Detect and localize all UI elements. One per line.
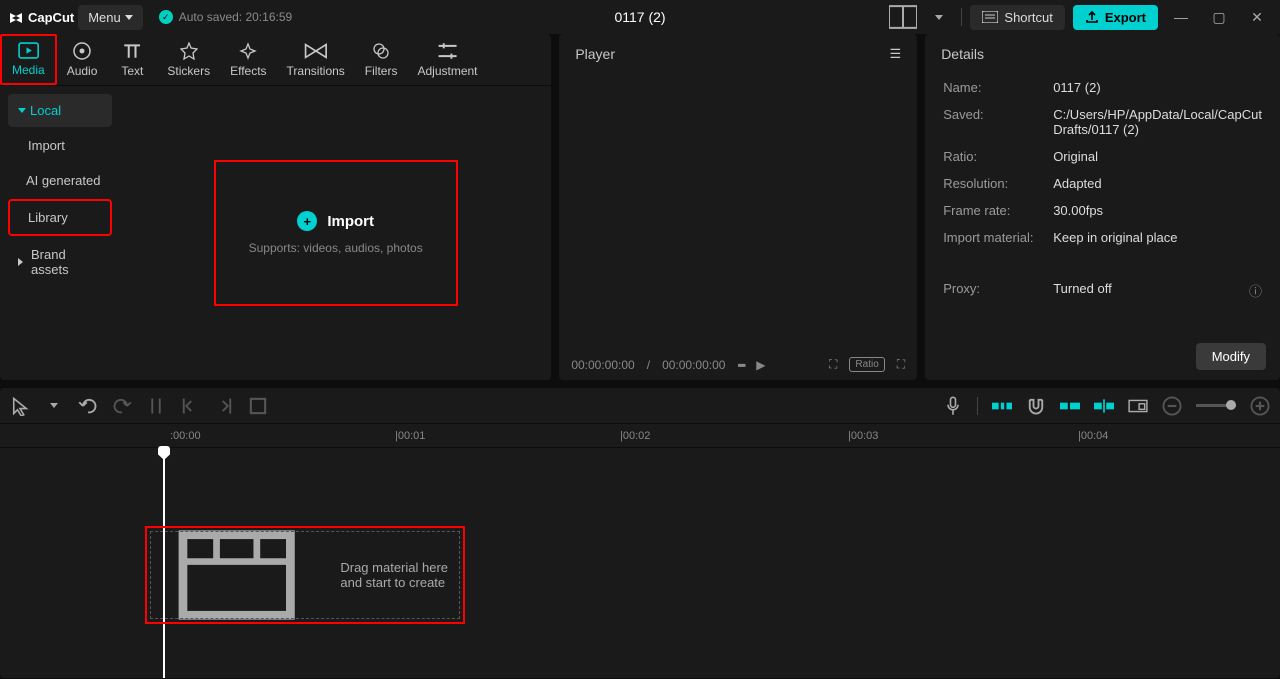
tab-audio[interactable]: Audio	[57, 34, 108, 85]
selection-dropdown[interactable]	[44, 396, 64, 416]
split-left-button[interactable]	[180, 396, 200, 416]
autosave-indicator: ✓ Auto saved: 20:16:59	[159, 10, 292, 24]
check-icon: ✓	[159, 10, 173, 24]
player-focus-icon[interactable]: ⛶	[829, 357, 837, 372]
undo-button[interactable]	[78, 396, 98, 416]
track-link-toggle[interactable]	[1060, 396, 1080, 416]
detail-framerate-label: Frame rate:	[943, 203, 1053, 218]
timeline-ruler[interactable]: :00:00 |00:01 |00:02 |00:03 |00:04	[0, 424, 1280, 448]
detail-import-material-value: Keep in original place	[1053, 230, 1262, 245]
menu-button[interactable]: Menu	[78, 5, 143, 30]
selection-tool[interactable]	[10, 396, 30, 416]
detail-saved-label: Saved:	[943, 107, 1053, 137]
sidebar-item-local[interactable]: Local	[8, 94, 112, 127]
track-magnet-toggle[interactable]	[1026, 396, 1046, 416]
detail-resolution-label: Resolution:	[943, 176, 1053, 191]
track-snap-toggle[interactable]	[1094, 396, 1114, 416]
detail-framerate-value: 30.00fps	[1053, 203, 1262, 218]
redo-button[interactable]	[112, 396, 132, 416]
tab-media[interactable]: Media	[0, 34, 57, 85]
chevron-right-icon	[18, 258, 27, 266]
detail-name-value: 0117 (2)	[1053, 80, 1262, 95]
mic-button[interactable]	[943, 396, 963, 416]
detail-name-label: Name:	[943, 80, 1053, 95]
crop-button[interactable]	[248, 396, 268, 416]
sidebar-item-import[interactable]: Import	[8, 129, 112, 162]
detail-import-material-label: Import material:	[943, 230, 1053, 245]
export-button[interactable]: Export	[1073, 5, 1158, 30]
detail-saved-value: C:/Users/HP/AppData/Local/CapCut Drafts/…	[1053, 107, 1262, 137]
dropzone-text: Drag material here and start to create	[340, 560, 463, 590]
detail-ratio-value: Original	[1053, 149, 1262, 164]
zoom-slider[interactable]	[1196, 404, 1236, 407]
ruler-mark: :00:00	[170, 430, 201, 442]
details-title: Details	[941, 46, 984, 62]
tab-text[interactable]: Text	[107, 34, 157, 85]
tab-effects[interactable]: Effects	[220, 34, 276, 85]
sidebar-item-brand-assets[interactable]: Brand assets	[8, 238, 112, 286]
media-icon	[18, 42, 39, 59]
plus-icon: +	[297, 211, 317, 231]
transitions-icon	[303, 42, 329, 60]
ruler-mark: |00:01	[395, 430, 425, 442]
export-icon	[1085, 10, 1099, 24]
modify-button[interactable]: Modify	[1196, 343, 1266, 370]
play-button[interactable]: ▶	[756, 358, 765, 372]
detail-proxy-label: Proxy:	[943, 281, 1053, 300]
player-time-current: 00:00:00:00	[571, 358, 634, 372]
logo-text: CapCut	[28, 10, 74, 25]
import-label: Import	[327, 213, 374, 230]
effects-icon	[239, 42, 257, 60]
app-logo: CapCut	[8, 9, 74, 25]
player-fullscreen-icon[interactable]: ⛶	[897, 357, 905, 372]
sidebar-item-ai-generated[interactable]: AI generated	[8, 164, 112, 197]
zoom-in-button[interactable]	[1250, 396, 1270, 416]
player-ratio-badge[interactable]: Ratio	[849, 357, 884, 372]
timeline-tracks[interactable]: Drag material here and start to create	[0, 448, 1280, 678]
media-placeholder-icon	[147, 528, 326, 622]
split-right-button[interactable]	[214, 396, 234, 416]
track-main-toggle[interactable]	[992, 396, 1012, 416]
track-preview-toggle[interactable]	[1128, 396, 1148, 416]
keyboard-icon	[982, 11, 998, 23]
import-sublabel: Supports: videos, audios, photos	[249, 241, 423, 255]
adjustment-icon	[436, 42, 459, 60]
player-menu-icon[interactable]: ☰	[890, 46, 902, 62]
maximize-button[interactable]: ▢	[1204, 5, 1234, 29]
player-title: Player	[575, 46, 615, 62]
tab-filters[interactable]: Filters	[355, 34, 408, 85]
player-time-total: 00:00:00:00	[662, 358, 725, 372]
sidebar-item-library[interactable]: Library	[8, 199, 112, 236]
layout-button[interactable]	[889, 5, 917, 29]
text-icon	[122, 42, 142, 60]
import-dropzone[interactable]: + Import Supports: videos, audios, photo…	[214, 160, 458, 306]
detail-resolution-value: Adapted	[1053, 176, 1262, 191]
filters-icon	[372, 42, 390, 60]
capcut-logo-icon	[8, 9, 24, 25]
info-icon[interactable]: ⓘ	[1249, 281, 1262, 300]
split-button[interactable]	[146, 396, 166, 416]
tab-transitions[interactable]: Transitions	[277, 34, 355, 85]
audio-icon	[73, 42, 91, 60]
player-grid-icon[interactable]: ▪▪▪	[737, 358, 744, 372]
close-button[interactable]: ✕	[1242, 5, 1272, 29]
tab-stickers[interactable]: Stickers	[157, 34, 220, 85]
minimize-button[interactable]: —	[1166, 5, 1196, 29]
zoom-out-button[interactable]	[1162, 396, 1182, 416]
ruler-mark: |00:03	[848, 430, 878, 442]
ruler-mark: |00:04	[1078, 430, 1108, 442]
chevron-down-icon	[125, 15, 133, 20]
ruler-mark: |00:02	[620, 430, 650, 442]
detail-proxy-value: Turned off	[1053, 281, 1249, 300]
detail-ratio-label: Ratio:	[943, 149, 1053, 164]
tab-adjustment[interactable]: Adjustment	[407, 34, 487, 85]
shortcut-button[interactable]: Shortcut	[970, 5, 1064, 30]
project-name: 0117 (2)	[614, 9, 665, 25]
timeline-dropzone[interactable]: Drag material here and start to create	[145, 526, 465, 624]
stickers-icon	[180, 42, 198, 60]
layout-dropdown[interactable]	[925, 5, 953, 29]
chevron-down-icon	[18, 108, 26, 113]
